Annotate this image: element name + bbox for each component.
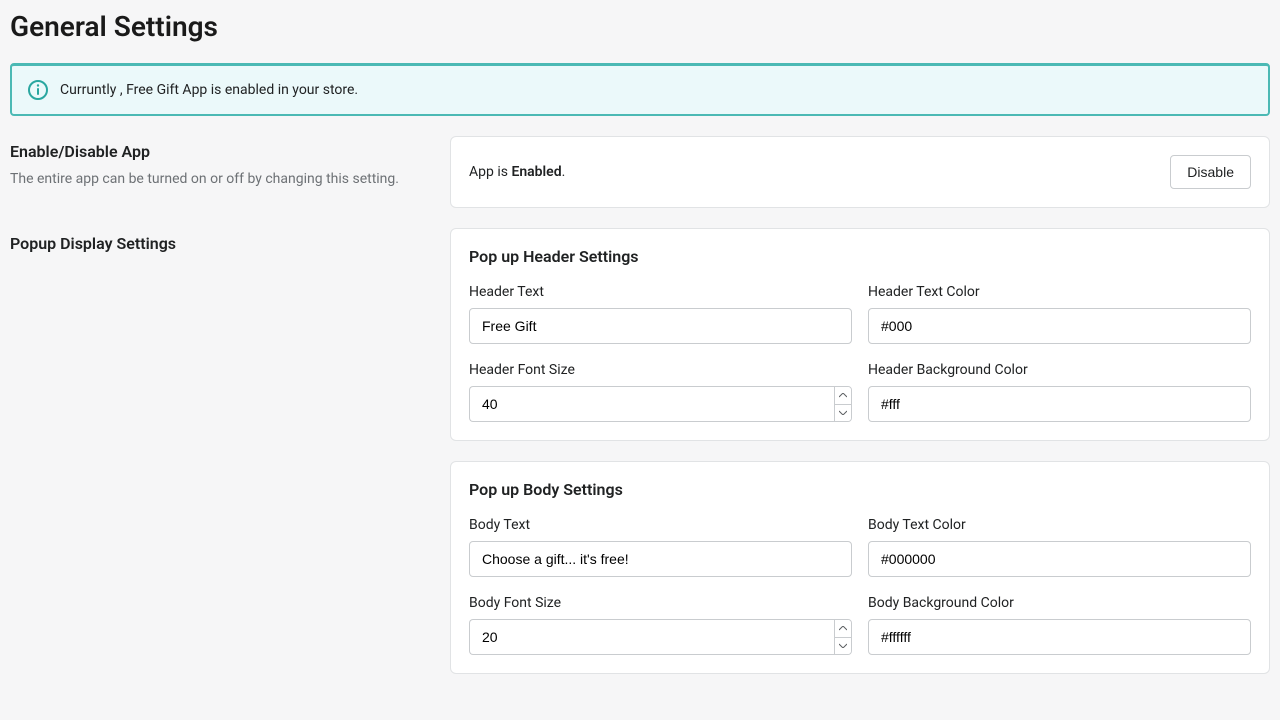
disable-button[interactable]: Disable <box>1170 155 1251 189</box>
chevron-down-icon <box>839 410 847 415</box>
header-font-size-label: Header Font Size <box>469 362 852 378</box>
chevron-up-icon <box>839 393 847 398</box>
body-font-size-increment[interactable] <box>835 620 851 638</box>
header-text-color-label: Header Text Color <box>868 284 1251 300</box>
header-bg-color-label: Header Background Color <box>868 362 1251 378</box>
info-icon <box>28 80 48 100</box>
body-bg-color-label: Body Background Color <box>868 595 1251 611</box>
body-text-input[interactable] <box>469 541 852 577</box>
header-text-input[interactable] <box>469 308 852 344</box>
header-font-size-decrement[interactable] <box>835 405 851 422</box>
page-title: General Settings <box>10 10 1270 43</box>
enable-card: App is Enabled. Disable <box>450 136 1270 208</box>
popup-body-card: Pop up Body Settings Body Text Body Text… <box>450 461 1270 674</box>
body-font-size-decrement[interactable] <box>835 638 851 655</box>
popup-header-card: Pop up Header Settings Header Text Heade… <box>450 228 1270 441</box>
header-font-size-increment[interactable] <box>835 387 851 405</box>
body-font-size-input[interactable] <box>469 619 834 655</box>
popup-header-heading: Pop up Header Settings <box>469 247 1251 266</box>
body-text-label: Body Text <box>469 517 852 533</box>
popup-display-section: Popup Display Settings Pop up Header Set… <box>10 228 1270 674</box>
status-banner: Curruntly , Free Gift App is enabled in … <box>10 63 1270 116</box>
body-font-size-label: Body Font Size <box>469 595 852 611</box>
popup-body-heading: Pop up Body Settings <box>469 480 1251 499</box>
body-bg-color-input[interactable] <box>868 619 1251 655</box>
section-title-enable: Enable/Disable App <box>10 142 430 161</box>
header-bg-color-input[interactable] <box>868 386 1251 422</box>
app-status-text: App is Enabled. <box>469 164 565 180</box>
body-text-color-label: Body Text Color <box>868 517 1251 533</box>
chevron-down-icon <box>839 643 847 648</box>
section-title-popup: Popup Display Settings <box>10 234 430 253</box>
body-text-color-input[interactable] <box>868 541 1251 577</box>
section-desc-enable: The entire app can be turned on or off b… <box>10 171 430 187</box>
header-text-color-input[interactable] <box>868 308 1251 344</box>
header-text-label: Header Text <box>469 284 852 300</box>
chevron-up-icon <box>839 626 847 631</box>
banner-message: Curruntly , Free Gift App is enabled in … <box>60 82 358 98</box>
header-font-size-input[interactable] <box>469 386 834 422</box>
enable-disable-section: Enable/Disable App The entire app can be… <box>10 136 1270 208</box>
